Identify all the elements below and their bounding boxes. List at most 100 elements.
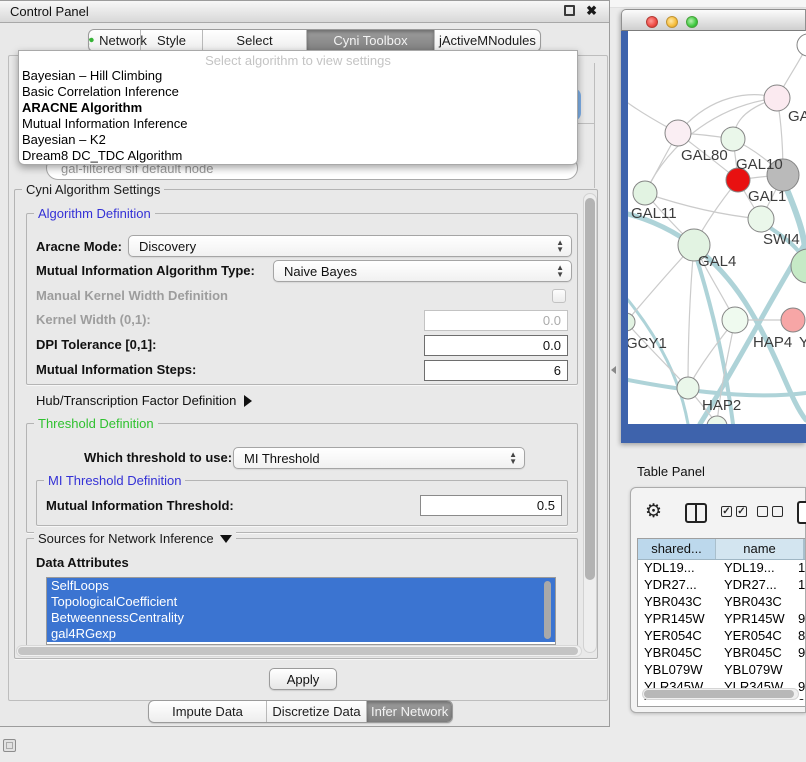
network-edge[interactable] bbox=[688, 245, 694, 388]
cell-name[interactable]: YPR145W bbox=[718, 611, 796, 628]
table-horizontal-scrollbar[interactable] bbox=[642, 688, 799, 700]
mi-threshold-field[interactable]: 0.5 bbox=[420, 495, 562, 516]
table-row[interactable]: YDL19... YDL19... 13 bbox=[638, 560, 805, 577]
cell-value[interactable]: 12 bbox=[796, 577, 805, 594]
mi-steps-field[interactable]: 6 bbox=[424, 360, 568, 381]
table-row[interactable]: YPR145W YPR145W 9. bbox=[638, 611, 805, 628]
close-window-button[interactable] bbox=[646, 16, 658, 28]
settings-vertical-scrollbar[interactable] bbox=[583, 193, 597, 653]
expander-arrow-down-icon bbox=[220, 535, 232, 543]
sources-group-title[interactable]: Sources for Network Inference bbox=[34, 531, 236, 546]
tab[interactable]: Impute Data bbox=[149, 701, 267, 722]
network-edge-thick[interactable] bbox=[628, 300, 688, 424]
hub-definition-expander[interactable]: Hub/Transcription Factor Definition bbox=[36, 393, 252, 408]
tab[interactable]: Infer Network bbox=[367, 701, 452, 722]
network-node[interactable] bbox=[633, 181, 657, 205]
list-item[interactable]: TopologicalCoefficient bbox=[47, 594, 555, 610]
cell-name[interactable]: YBR045C bbox=[718, 645, 796, 662]
cell-value[interactable]: 9. bbox=[796, 611, 805, 628]
network-node[interactable] bbox=[707, 416, 727, 424]
table-row[interactable]: YER054C YER054C 8. bbox=[638, 628, 805, 645]
cell-shared-name[interactable]: YBL079W bbox=[638, 662, 718, 679]
gear-icon[interactable]: ⚙ bbox=[645, 500, 662, 523]
aracne-mode-combo[interactable]: Discovery ▲▼ bbox=[128, 235, 572, 257]
cell-shared-name[interactable]: YER054C bbox=[638, 628, 718, 645]
list-item[interactable]: gal4RGexp bbox=[47, 626, 555, 642]
cell-shared-name[interactable]: YDL19... bbox=[638, 560, 718, 577]
network-edge[interactable] bbox=[628, 322, 688, 388]
network-node[interactable] bbox=[764, 85, 790, 111]
deselect-all-checkboxes-icon[interactable] bbox=[757, 506, 783, 517]
network-node[interactable] bbox=[665, 120, 691, 146]
minimized-panel-icon[interactable] bbox=[3, 739, 16, 752]
cell-shared-name[interactable]: YDR27... bbox=[638, 577, 718, 594]
tab[interactable]: Style bbox=[141, 30, 203, 51]
document-icon[interactable] bbox=[797, 501, 806, 524]
zoom-window-button[interactable] bbox=[686, 16, 698, 28]
tab[interactable]: Discretize Data bbox=[267, 701, 367, 722]
tab[interactable]: jActiveMNodules bbox=[435, 30, 540, 51]
cell-name[interactable]: YBL079W bbox=[718, 662, 796, 679]
settings-horizontal-scrollbar[interactable] bbox=[16, 645, 582, 657]
table-row[interactable]: YBR045C YBR045C 9. bbox=[638, 645, 805, 662]
cell-value[interactable] bbox=[796, 662, 805, 679]
columns-icon[interactable] bbox=[685, 503, 707, 523]
cell-shared-name[interactable]: YPR145W bbox=[638, 611, 718, 628]
table-row[interactable]: YBL079W YBL079W bbox=[638, 662, 805, 679]
select-all-checkboxes-icon[interactable]: ✓✓ bbox=[721, 506, 747, 517]
kernel-width-field[interactable]: 0.0 bbox=[424, 310, 568, 331]
column-header[interactable]: shared... bbox=[638, 539, 716, 559]
column-header[interactable]: name bbox=[716, 539, 804, 559]
tab[interactable]: Network bbox=[89, 30, 141, 51]
menu-item[interactable]: Mutual Information Inference bbox=[19, 116, 577, 132]
network-node[interactable] bbox=[748, 206, 774, 232]
network-canvas[interactable]: GALGAL80GAL10GAL1GAL11GAL4SWI4GCY1HAP4YH… bbox=[628, 31, 806, 424]
network-node[interactable] bbox=[722, 307, 748, 333]
cell-name[interactable]: YBR043C bbox=[718, 594, 796, 611]
cell-shared-name[interactable]: YBR043C bbox=[638, 594, 718, 611]
network-edge-thick[interactable] bbox=[628, 380, 806, 395]
data-attributes-list[interactable]: SelfLoopsTopologicalCoefficientBetweenne… bbox=[46, 577, 556, 645]
network-node[interactable] bbox=[677, 377, 699, 399]
which-threshold-combo[interactable]: MI Threshold ▲▼ bbox=[233, 447, 525, 469]
menu-item[interactable]: ARACNE Algorithm bbox=[19, 100, 577, 116]
scrollbar-thumb[interactable] bbox=[585, 198, 595, 580]
network-node[interactable] bbox=[781, 308, 805, 332]
cell-name[interactable]: YER054C bbox=[718, 628, 796, 645]
menu-item[interactable]: Bayesian – K2 bbox=[19, 132, 577, 148]
table-row[interactable]: YDR27... YDR27... 12 bbox=[638, 577, 805, 594]
menu-item[interactable]: Dream8 DC_TDC Algorithm bbox=[19, 148, 577, 164]
cell-name[interactable]: YDL19... bbox=[718, 560, 796, 577]
cell-value[interactable]: 9. bbox=[796, 645, 805, 662]
table-panel-window: ⚙ ✓✓ shared...name YDL19... YDL19... 13 bbox=[630, 487, 806, 713]
close-panel-icon[interactable]: ✖ bbox=[586, 3, 597, 19]
minimize-window-button[interactable] bbox=[666, 16, 678, 28]
manual-kernel-checkbox[interactable] bbox=[552, 289, 566, 303]
tab[interactable]: Cyni Toolbox bbox=[307, 30, 435, 51]
tab[interactable]: Select bbox=[203, 30, 307, 51]
menu-item[interactable]: Bayesian – Hill Climbing bbox=[19, 68, 577, 84]
panel-collapse-handle[interactable] bbox=[611, 366, 616, 374]
list-item[interactable]: SelfLoops bbox=[47, 578, 555, 594]
cell-value[interactable]: 8. bbox=[796, 628, 805, 645]
table-row[interactable]: YBR043C YBR043C bbox=[638, 594, 805, 611]
apply-button[interactable]: Apply bbox=[269, 668, 337, 690]
mi-algorithm-type-combo[interactable]: Naive Bayes ▲▼ bbox=[273, 260, 572, 282]
scrollbar-thumb[interactable] bbox=[644, 690, 794, 698]
list-scrollbar-thumb[interactable] bbox=[544, 581, 551, 639]
column-header[interactable] bbox=[804, 539, 805, 559]
network-edge[interactable] bbox=[645, 98, 777, 193]
tab-label: Network bbox=[99, 33, 147, 48]
network-node[interactable] bbox=[791, 249, 806, 283]
menu-item[interactable]: Basic Correlation Inference bbox=[19, 84, 577, 100]
dpi-tolerance-field[interactable]: 0.0 bbox=[424, 335, 568, 356]
network-node[interactable] bbox=[628, 313, 635, 331]
cell-name[interactable]: YDR27... bbox=[718, 577, 796, 594]
network-node[interactable] bbox=[797, 34, 806, 56]
list-item[interactable]: BetweennessCentrality bbox=[47, 610, 555, 626]
float-panel-icon[interactable] bbox=[564, 5, 575, 16]
scrollbar-thumb[interactable] bbox=[18, 647, 578, 655]
cell-shared-name[interactable]: YBR045C bbox=[638, 645, 718, 662]
cell-value[interactable] bbox=[796, 594, 805, 611]
cell-value[interactable]: 13 bbox=[796, 560, 805, 577]
